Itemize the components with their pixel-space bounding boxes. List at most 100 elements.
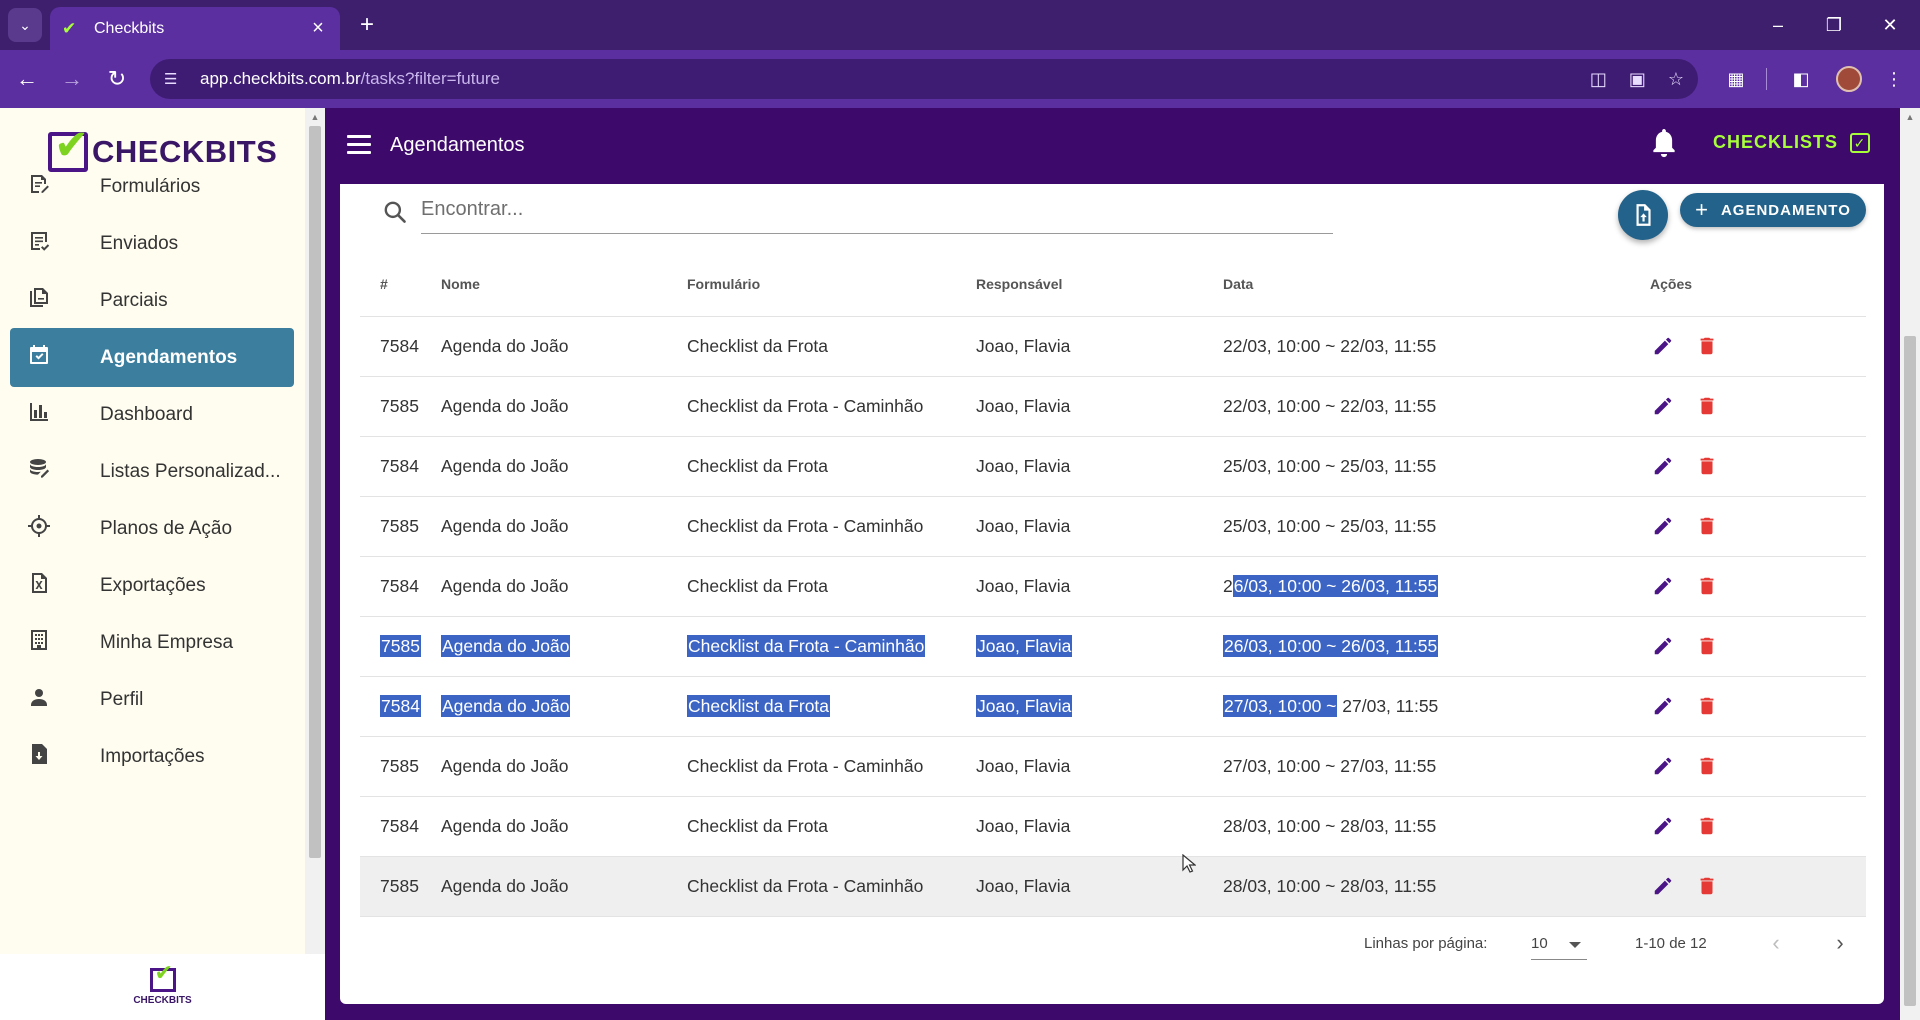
reload-icon[interactable]: ↻	[102, 64, 132, 94]
install-app-icon[interactable]: ◫	[1590, 69, 1607, 90]
tab-search-chevron-icon[interactable]: ⌄	[8, 8, 42, 42]
sidebar-scrollbar-thumb[interactable]	[309, 126, 321, 858]
cell-responsavel: Joao, Flavia	[976, 376, 1223, 437]
rows-per-page-select[interactable]: 10	[1531, 928, 1587, 960]
cell-formulario: Checklist da Frota - Caminhão	[687, 376, 976, 437]
restore-icon[interactable]: ❐	[1814, 10, 1854, 40]
sidebar-item-parciais[interactable]: Parciais	[10, 271, 294, 330]
delete-trash-icon[interactable]	[1696, 755, 1718, 777]
table-row[interactable]: 7585 Agenda do João Checklist da Frota -…	[360, 376, 1866, 437]
delete-trash-icon[interactable]	[1696, 875, 1718, 897]
crosshair-icon	[22, 514, 56, 544]
sidebar-item-perfil[interactable]: Perfil	[10, 670, 294, 729]
hamburger-menu-icon[interactable]	[347, 135, 371, 155]
forward-arrow-icon[interactable]: →	[57, 64, 87, 94]
column-header-data[interactable]: Data	[1223, 252, 1650, 317]
browser-menu-kebab-icon[interactable]: ⋮	[1880, 65, 1908, 93]
column-header-formulario[interactable]: Formulário	[687, 252, 976, 317]
close-tab-icon[interactable]: ×	[308, 17, 328, 40]
table-row[interactable]: 7584 Agenda do João Checklist da Frota J…	[360, 436, 1866, 497]
minimize-icon[interactable]: –	[1758, 10, 1798, 40]
edit-pencil-icon[interactable]	[1652, 335, 1674, 357]
page-scrollbar-thumb[interactable]	[1904, 336, 1916, 1006]
column-header-id[interactable]: #	[360, 252, 441, 317]
close-window-icon[interactable]: ✕	[1870, 10, 1910, 40]
sidebar-item-formularios[interactable]: Formulários	[10, 157, 294, 216]
sidebar-scroll-up-icon[interactable]: ▲	[309, 112, 321, 122]
next-page-chevron-icon[interactable]: ›	[1826, 929, 1854, 957]
rows-per-page-label: Linhas por página:	[1364, 935, 1488, 952]
edit-pencil-icon[interactable]	[1652, 875, 1674, 897]
sidebar-item-label: Listas Personalizad...	[100, 460, 281, 482]
sidebar-item-importacoes[interactable]: Importações	[10, 727, 294, 786]
search-input[interactable]	[421, 186, 1333, 234]
edit-pencil-icon[interactable]	[1652, 815, 1674, 837]
column-header-responsavel[interactable]: Responsável	[976, 252, 1223, 317]
notification-bell-icon[interactable]	[1649, 126, 1679, 162]
sidebar-item-planos-de-acao[interactable]: Planos de Ação	[10, 499, 294, 558]
delete-trash-icon[interactable]	[1696, 395, 1718, 417]
cell-id: 7585	[360, 616, 441, 677]
edit-pencil-icon[interactable]	[1652, 515, 1674, 537]
checklists-link[interactable]: CHECKLISTS ✓	[1713, 132, 1871, 153]
search-icon	[384, 201, 406, 223]
delete-trash-icon[interactable]	[1696, 635, 1718, 657]
file-upload-icon	[1636, 204, 1651, 226]
edit-pencil-icon[interactable]	[1652, 395, 1674, 417]
sidebar-item-enviados[interactable]: Enviados	[10, 214, 294, 273]
tab-title: Checkbits	[94, 19, 165, 37]
edit-pencil-icon[interactable]	[1652, 575, 1674, 597]
translate-icon[interactable]: ▣	[1629, 69, 1646, 90]
back-arrow-icon[interactable]: ←	[12, 64, 42, 94]
delete-trash-icon[interactable]	[1696, 455, 1718, 477]
new-tab-plus-icon[interactable]: +	[352, 10, 382, 40]
side-panel-icon[interactable]: ◧	[1787, 65, 1815, 93]
extensions-puzzle-icon[interactable]: ▦	[1722, 65, 1750, 93]
table-row[interactable]: 7585 Agenda do João Checklist da Frota -…	[360, 496, 1866, 557]
sidebar-item-exportacoes[interactable]: Exportações	[10, 556, 294, 615]
page-scroll-up-icon[interactable]: ▲	[1904, 112, 1916, 122]
table-row[interactable]: 7585 Agenda do João Checklist da Frota -…	[360, 616, 1866, 677]
delete-trash-icon[interactable]	[1696, 335, 1718, 357]
table-row[interactable]: 7585 Agenda do João Checklist da Frota -…	[360, 856, 1866, 917]
delete-trash-icon[interactable]	[1696, 515, 1718, 537]
previous-page-chevron-icon[interactable]: ‹	[1762, 929, 1790, 957]
cell-data: 22/03, 10:00 ~ 22/03, 11:55	[1223, 376, 1650, 437]
address-bar[interactable]: ☰ app.checkbits.com.br/tasks?filter=futu…	[150, 59, 1698, 99]
sidebar-item-dashboard[interactable]: Dashboard	[10, 385, 294, 444]
sidebar-item-label: Importações	[100, 745, 205, 767]
delete-trash-icon[interactable]	[1696, 815, 1718, 837]
profile-avatar[interactable]	[1836, 66, 1862, 92]
table-row[interactable]: 7585 Agenda do João Checklist da Frota -…	[360, 736, 1866, 797]
table-row[interactable]: 7584 Agenda do João Checklist da Frota J…	[360, 556, 1866, 617]
sidebar-item-minha-empresa[interactable]: Minha Empresa	[10, 613, 294, 672]
browser-tab[interactable]: ✔ Checkbits ×	[50, 7, 340, 50]
table-row[interactable]: 7584 Agenda do João Checklist da Frota J…	[360, 676, 1866, 737]
cell-formulario: Checklist da Frota - Caminhão	[687, 856, 976, 917]
mouse-pointer-icon	[1182, 854, 1196, 873]
rows-per-page-value: 10	[1531, 935, 1548, 952]
column-header-nome[interactable]: Nome	[441, 252, 687, 317]
bookmark-star-icon[interactable]: ☆	[1668, 69, 1684, 90]
cell-data-selected: 26/03, 10:00 ~ 26/03, 11:55	[1223, 634, 1439, 657]
cell-nome: Agenda do João	[441, 556, 687, 617]
cell-acoes	[1650, 736, 1866, 797]
delete-trash-icon[interactable]	[1696, 695, 1718, 717]
edit-pencil-icon[interactable]	[1652, 755, 1674, 777]
edit-pencil-icon[interactable]	[1652, 695, 1674, 717]
cell-formulario-selected: Checklist da Frota - Caminhão	[687, 634, 926, 657]
edit-pencil-icon[interactable]	[1652, 635, 1674, 657]
table-row[interactable]: 7584 Agenda do João Checklist da Frota J…	[360, 316, 1866, 377]
import-file-button[interactable]	[1618, 190, 1668, 240]
site-info-icon[interactable]: ☰	[164, 70, 186, 88]
database-edit-icon	[22, 457, 56, 487]
add-agendamento-button[interactable]: + AGENDAMENTO	[1680, 193, 1866, 227]
sidebar-item-label: Planos de Ação	[100, 517, 233, 539]
edit-pencil-icon[interactable]	[1652, 455, 1674, 477]
sidebar-item-listas-personalizadas[interactable]: Listas Personalizad...	[10, 442, 294, 501]
cell-nome: Agenda do João	[441, 436, 687, 497]
delete-trash-icon[interactable]	[1696, 575, 1718, 597]
table-row[interactable]: 7584 Agenda do João Checklist da Frota J…	[360, 796, 1866, 857]
sidebar-item-agendamentos[interactable]: Agendamentos	[10, 328, 294, 387]
cell-responsavel: Joao, Flavia	[976, 616, 1223, 677]
